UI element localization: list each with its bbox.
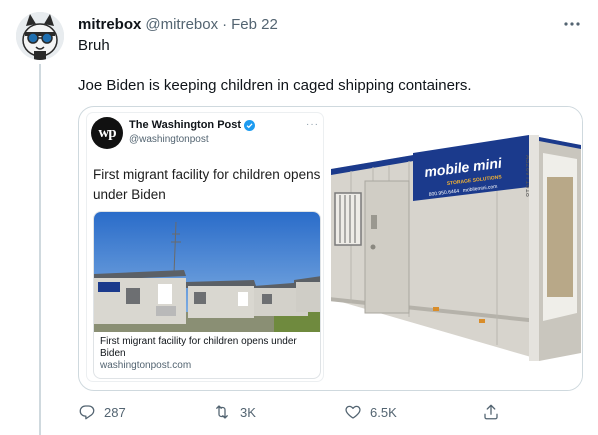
thread-line (39, 64, 41, 435)
avatar[interactable] (16, 12, 64, 60)
retweet-count: 3K (240, 404, 256, 420)
reply-button[interactable]: 287 (78, 400, 126, 424)
verified-badge-icon (244, 119, 256, 131)
heart-icon (345, 405, 361, 419)
shipping-container-photo: mobile mini STORAGE SOLUTIONS 800.950.64… (329, 107, 582, 390)
more-options-icon[interactable] (562, 14, 582, 34)
like-button[interactable]: 6.5K (344, 400, 397, 424)
tweet-media[interactable]: wp The Washington Post @washingtonpost ·… (78, 106, 583, 391)
tweet-date[interactable]: Feb 22 (231, 16, 278, 33)
reply-count: 287 (104, 404, 126, 420)
tweet-text-line-2: Joe Biden is keeping children in caged s… (78, 77, 472, 94)
retweet-button[interactable]: 3K (212, 400, 256, 424)
retweet-icon (216, 405, 228, 419)
embedded-tweet-screenshot: wp The Washington Post @washingtonpost ·… (87, 113, 323, 381)
tweet-header: mitrebox @mitrebox · Feb 22 (78, 14, 582, 34)
tweet-text-line-1: Bruh (78, 37, 110, 54)
reply-icon (79, 405, 95, 420)
embedded-account-name-text: The Washington Post (129, 119, 242, 131)
author-handle[interactable]: @mitrebox (145, 16, 218, 33)
separator-dot: · (222, 15, 228, 33)
author-name[interactable]: mitrebox (78, 16, 141, 33)
share-button[interactable] (482, 400, 500, 424)
embedded-more-icon: ··· (306, 119, 319, 130)
link-preview-domain: washingtonpost.com (100, 360, 192, 371)
tweet-actions: 287 3K 6.5K (78, 400, 518, 424)
migrant-facility-photo (94, 212, 320, 332)
embedded-headline: First migrant facility for children open… (93, 167, 321, 202)
link-preview-card: First migrant facility for children open… (93, 211, 321, 379)
like-count: 6.5K (370, 404, 397, 420)
cat-avatar-icon (16, 12, 64, 60)
washington-post-logo-icon: wp (91, 117, 123, 149)
share-icon (484, 404, 498, 420)
logo-text: wp (98, 124, 116, 141)
embedded-account-name: The Washington Post (129, 119, 256, 131)
embedded-account-handle: @washingtonpost (129, 134, 209, 145)
link-preview-title: First migrant facility for children open… (100, 336, 297, 359)
